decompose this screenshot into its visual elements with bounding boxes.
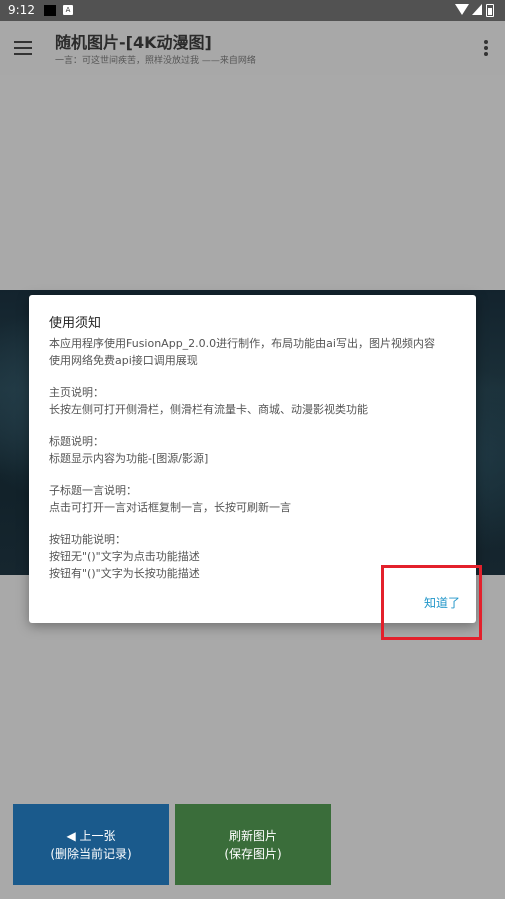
status-bar: 9:12 A xyxy=(0,0,505,21)
dialog-line: 子标题一言说明： xyxy=(49,484,137,497)
dialog-title: 使用须知 xyxy=(49,316,102,331)
dialog-line: 本应用程序使用FusionApp_2.0.0进行制作，布局功能由ai写出，图片视… xyxy=(49,337,435,350)
dialog-paragraph: 主页说明： 长按左侧可打开侧滑栏，侧滑栏有流量卡、商城、动漫影视类功能 xyxy=(49,384,464,418)
dialog-line: 使用网络免费api接口调用展现 xyxy=(49,354,198,367)
dialog-paragraph: 子标题一言说明： 点击可打开一言对话框复制一言，长按可刷新一言 xyxy=(49,482,464,516)
dialog-line: 按钮功能说明： xyxy=(49,533,126,546)
dialog-line: 按钮无"()"文字为点击功能描述 xyxy=(49,550,200,563)
refresh-button-label: 刷新图片 xyxy=(228,828,277,843)
refresh-button-longpress-label: (保存图片) xyxy=(224,846,282,861)
dialog-line: 标题显示内容为功能-[图源/影源] xyxy=(49,452,209,465)
wifi-icon xyxy=(455,4,469,15)
refresh-image-button[interactable]: 刷新图片 (保存图片) xyxy=(175,804,331,885)
status-time: 9:12 xyxy=(8,3,35,17)
highlight-box xyxy=(381,565,482,640)
previous-button-label: ◀ 上一张 xyxy=(66,828,116,843)
more-options-icon[interactable] xyxy=(484,40,488,56)
dialog-body: 本应用程序使用FusionApp_2.0.0进行制作，布局功能由ai写出，图片视… xyxy=(49,335,464,597)
menu-icon[interactable] xyxy=(14,41,32,55)
battery-icon xyxy=(486,4,494,17)
app-toolbar: 随机图片-[4K动漫图] 一言：可这世间疾苦，照样没放过我 ——来自网络 xyxy=(0,21,505,75)
previous-image-button[interactable]: ◀ 上一张 (删除当前记录) xyxy=(13,804,169,885)
previous-button-longpress-label: (删除当前记录) xyxy=(50,846,132,861)
page-title[interactable]: 随机图片-[4K动漫图] xyxy=(55,29,212,53)
dialog-paragraph: 本应用程序使用FusionApp_2.0.0进行制作，布局功能由ai写出，图片视… xyxy=(49,335,464,369)
notification-icon xyxy=(44,5,56,16)
dialog-paragraph: 标题说明： 标题显示内容为功能-[图源/影源] xyxy=(49,433,464,467)
dialog-line: 标题说明： xyxy=(49,435,104,448)
app-notification-icon: A xyxy=(63,5,73,15)
dialog-line: 按钮有"()"文字为长按功能描述 xyxy=(49,567,200,580)
dialog-line: 长按左侧可打开侧滑栏，侧滑栏有流量卡、商城、动漫影视类功能 xyxy=(49,403,368,416)
dialog-line: 主页说明： xyxy=(49,386,104,399)
dialog-line: 点击可打开一言对话框复制一言，长按可刷新一言 xyxy=(49,501,291,514)
cellular-signal-icon xyxy=(472,4,482,15)
hitokoto-subtitle[interactable]: 一言：可这世间疾苦，照样没放过我 ——来自网络 xyxy=(55,53,256,66)
